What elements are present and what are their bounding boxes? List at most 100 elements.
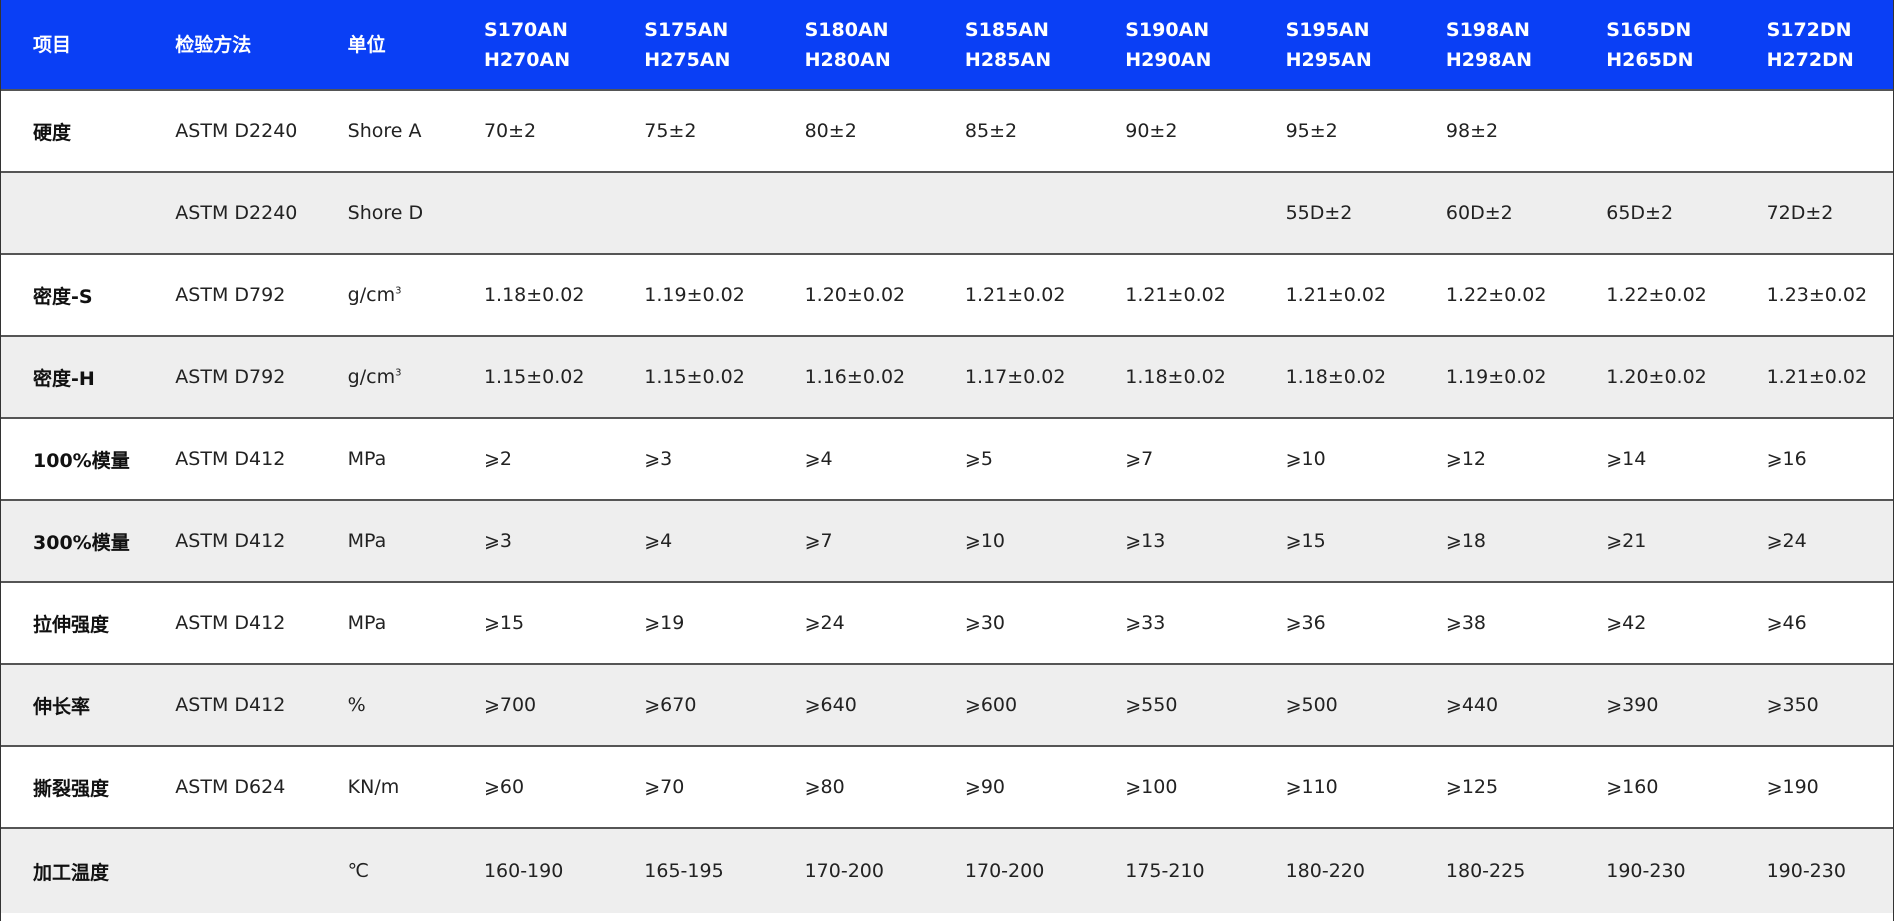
cell-value: ⩾15 — [1285, 530, 1326, 552]
cell-value: ⩾670 — [644, 694, 697, 716]
cell-method: ASTM D412 — [175, 530, 286, 552]
cell-method: ASTM D792 — [175, 284, 286, 306]
cell-value: 1.18±0.02 — [483, 284, 585, 306]
cell-value: 180-220 — [1285, 860, 1365, 882]
cell-method — [143, 828, 315, 913]
grade-h: H280AN — [804, 48, 891, 71]
grade-h: H275AN — [644, 48, 731, 71]
cell-value: 75±2 — [644, 120, 697, 142]
cell-value: 165-195 — [644, 860, 724, 882]
cell-value: 1.19±0.02 — [1445, 366, 1547, 388]
table-header-row: 项目 检验方法 单位 S170AN H270AN S175AN H275AN S18… — [1, 0, 1893, 90]
unit-text: KN/m — [347, 776, 400, 798]
cell-value: ⩾38 — [1445, 612, 1487, 634]
cell-value: ⩾160 — [1606, 776, 1659, 798]
cell-value: 1.20±0.02 — [1606, 366, 1707, 388]
cell-value: ⩾80 — [804, 776, 845, 798]
table-body: 硬度 ASTM D2240 Shore A 70±2 75±2 80±2 85±2 90±2 9… — [1, 90, 1893, 913]
cell-value: 60D±2 — [1445, 202, 1513, 224]
cell-value: ⩾24 — [804, 612, 845, 634]
cell-unit: MPa — [316, 582, 452, 664]
cell-value: ⩾5 — [964, 448, 993, 470]
spec-table: 项目 检验方法 单位 S170AN H270AN S175AN H275AN S18… — [1, 0, 1893, 913]
cell-value: 1.21±0.02 — [964, 284, 1066, 306]
table-row: 100%模量 ASTM D412 MPa ⩾2 ⩾3 ⩾4 ⩾5 ⩾7 ⩾10 ⩾12 ⩾14 ⩾16 — [1, 418, 1893, 500]
cell-method: ASTM D412 — [175, 612, 286, 634]
unit-text: Shore D — [347, 202, 424, 224]
table-row: 撕裂强度 ASTM D624 KN/m ⩾60 ⩾70 ⩾80 ⩾90 ⩾100 ⩾110 ⩾12… — [1, 746, 1893, 828]
unit-text: MPa — [347, 530, 387, 552]
cell-item: 密度-H — [33, 367, 95, 390]
grade-h: H285AN — [964, 48, 1052, 71]
cell-value: ⩾600 — [964, 694, 1018, 716]
cell-value: ⩾12 — [1445, 448, 1487, 470]
cell-item: 加工温度 — [33, 861, 110, 884]
cell-value: ⩾640 — [804, 694, 857, 716]
cell-unit: Shore D — [316, 172, 452, 254]
cell-value — [773, 172, 933, 254]
cell-unit: Shore A — [316, 90, 452, 172]
cell-value: 1.21±0.02 — [1125, 284, 1226, 306]
cell-method: ASTM D412 — [175, 448, 286, 470]
cell-value: ⩾3 — [483, 530, 512, 552]
cell-value: ⩾4 — [644, 530, 673, 552]
cell-value: 170-200 — [964, 860, 1045, 882]
cell-value: ⩾350 — [1766, 694, 1819, 716]
table-row: 300%模量 ASTM D412 MPa ⩾3 ⩾4 ⩾7 ⩾10 ⩾13 ⩾15 ⩾18 ⩾21 ⩾… — [1, 500, 1893, 582]
cell-value: 1.18±0.02 — [1125, 366, 1226, 388]
grade-s: S170AN — [483, 18, 568, 41]
grade-h: H295AN — [1285, 48, 1372, 71]
cell-item: 300%模量 — [33, 531, 130, 554]
cell-value: ⩾21 — [1606, 530, 1647, 552]
cell-value: 1.22±0.02 — [1445, 284, 1547, 306]
cell-value: ⩾500 — [1285, 694, 1338, 716]
cell-value: 80±2 — [804, 120, 857, 142]
cell-method: ASTM D792 — [175, 366, 286, 388]
cell-value — [1735, 90, 1893, 172]
cell-value: 1.21±0.02 — [1285, 284, 1387, 306]
cell-value — [1574, 90, 1734, 172]
grade-s: S195AN — [1285, 18, 1370, 41]
table-row: 拉伸强度 ASTM D412 MPa ⩾15 ⩾19 ⩾24 ⩾30 ⩾33 ⩾36 ⩾38 ⩾42… — [1, 582, 1893, 664]
cell-value: 72D±2 — [1766, 202, 1834, 224]
header-grade: S185AN H285AN — [933, 0, 1093, 90]
header-grade: S172DN H272DN — [1735, 0, 1893, 90]
cell-value: ⩾550 — [1125, 694, 1178, 716]
cell-value: ⩾100 — [1125, 776, 1178, 798]
cell-item — [1, 172, 143, 254]
cell-item: 硬度 — [33, 121, 72, 144]
cell-value: ⩾7 — [1125, 448, 1154, 470]
unit-superscript: 3 — [395, 367, 402, 379]
cell-value: ⩾2 — [483, 448, 512, 470]
cell-value: 85±2 — [964, 120, 1018, 142]
grade-h: H270AN — [483, 48, 571, 71]
grade-s: S172DN — [1766, 18, 1852, 41]
grade-s: S198AN — [1445, 18, 1530, 41]
grade-h: H272DN — [1766, 48, 1854, 71]
cell-value: ⩾110 — [1285, 776, 1338, 798]
unit-text: g/cm — [347, 284, 396, 306]
spec-table-container: 项目 检验方法 单位 S170AN H270AN S175AN H275AN S18… — [0, 0, 1894, 921]
cell-value: 55D±2 — [1285, 202, 1353, 224]
grade-s: S190AN — [1125, 18, 1210, 41]
grade-h: H290AN — [1125, 48, 1212, 71]
cell-value: 190-230 — [1606, 860, 1686, 882]
cell-value: 1.15±0.02 — [483, 366, 585, 388]
cell-value: 1.15±0.02 — [644, 366, 745, 388]
cell-value — [612, 172, 772, 254]
cell-value: 160-190 — [483, 860, 564, 882]
header-grade: S198AN H298AN — [1414, 0, 1574, 90]
cell-method: ASTM D624 — [175, 776, 286, 798]
cell-value: 1.19±0.02 — [644, 284, 745, 306]
unit-text: MPa — [347, 612, 387, 634]
cell-value: ⩾4 — [804, 448, 833, 470]
cell-value: ⩾7 — [804, 530, 833, 552]
grade-s: S165DN — [1606, 18, 1692, 41]
cell-value: ⩾90 — [964, 776, 1006, 798]
grade-h: H265DN — [1606, 48, 1694, 71]
cell-value: ⩾700 — [483, 694, 537, 716]
cell-value — [1093, 172, 1253, 254]
cell-value: ⩾3 — [644, 448, 673, 470]
table-row: 硬度 ASTM D2240 Shore A 70±2 75±2 80±2 85±2 90±2 9… — [1, 90, 1893, 172]
cell-value — [933, 172, 1093, 254]
